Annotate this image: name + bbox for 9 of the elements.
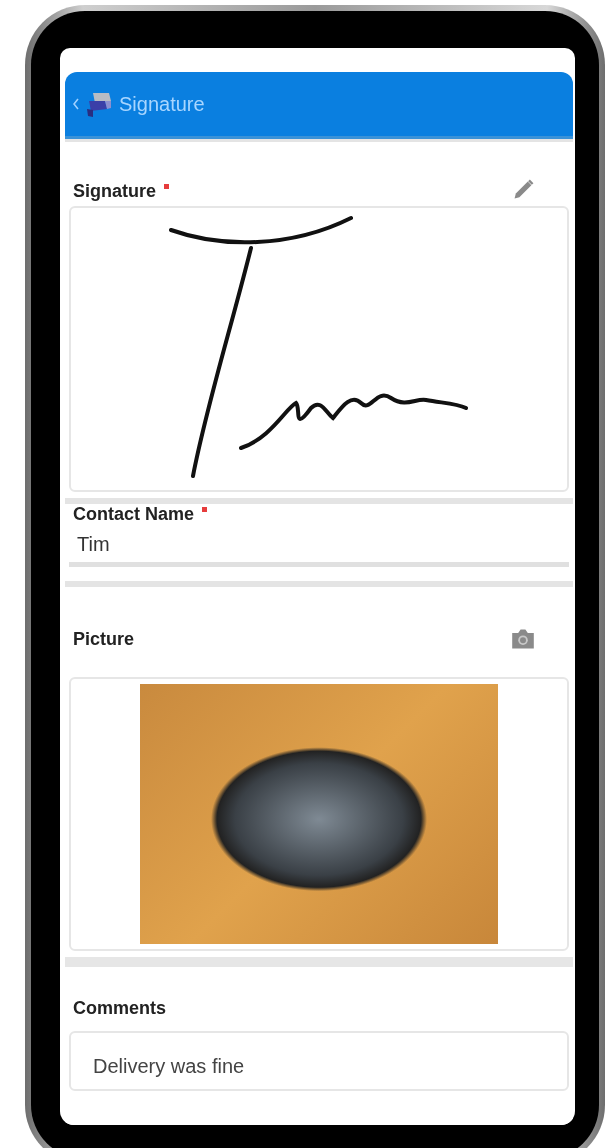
field-label: Contact Name	[73, 504, 195, 525]
back-icon[interactable]	[73, 97, 79, 111]
camera-icon[interactable]	[511, 628, 535, 650]
comments-field[interactable]: Delivery was fine	[69, 1031, 569, 1091]
screen-title: Signature	[119, 92, 205, 116]
field-label: Picture	[73, 628, 135, 650]
field-label: Comments	[73, 998, 166, 1019]
field-label: Signature	[73, 181, 156, 202]
field-value: Delivery was fine	[93, 1055, 245, 1077]
